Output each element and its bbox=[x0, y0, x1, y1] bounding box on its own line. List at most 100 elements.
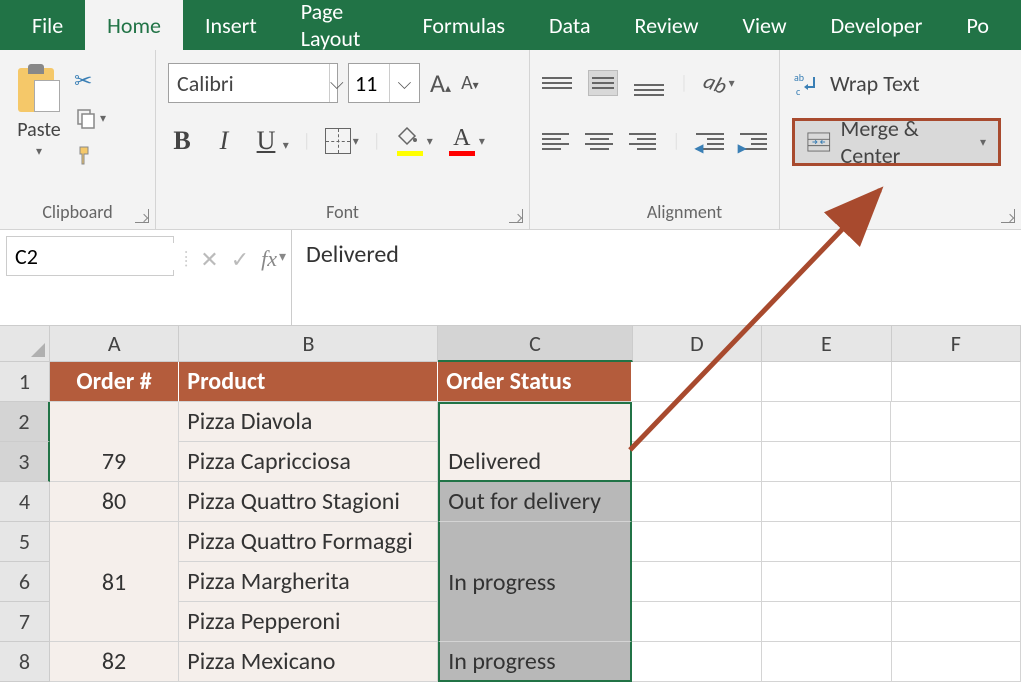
dialog-launcher-icon[interactable] bbox=[509, 209, 523, 223]
wrap-text-button[interactable]: Wrap Text bbox=[830, 70, 920, 97]
cell-a1[interactable]: Order # bbox=[50, 362, 180, 402]
tab-page-layout[interactable]: Page Layout bbox=[279, 0, 401, 50]
select-all-corner[interactable] bbox=[0, 326, 50, 362]
font-color-button[interactable]: A bbox=[447, 126, 477, 156]
increase-font-button[interactable]: A▴ bbox=[430, 67, 451, 99]
cell-c8[interactable]: In progress bbox=[438, 642, 632, 682]
cell-f3[interactable] bbox=[891, 442, 1021, 482]
cell-b7[interactable]: Pizza Pepperoni bbox=[179, 602, 438, 642]
cell-a7[interactable] bbox=[50, 602, 180, 642]
cell-d7[interactable] bbox=[632, 602, 762, 642]
dialog-launcher-icon[interactable] bbox=[135, 209, 149, 223]
merge-center-button[interactable]: Merge & Center ▾ bbox=[792, 118, 1001, 166]
formula-input[interactable]: Delivered bbox=[291, 230, 1021, 325]
cell-e3[interactable] bbox=[762, 442, 892, 482]
cell-c1[interactable]: Order Status bbox=[438, 362, 632, 402]
col-header-f[interactable]: F bbox=[892, 326, 1021, 362]
col-header-b[interactable]: B bbox=[179, 326, 438, 362]
cell-e6[interactable] bbox=[762, 562, 892, 602]
cell-c6[interactable]: In progress bbox=[438, 562, 632, 602]
cell-d2[interactable] bbox=[632, 402, 762, 442]
orientation-button[interactable]: ab bbox=[700, 66, 730, 99]
cell-d1[interactable] bbox=[632, 362, 762, 402]
tab-insert[interactable]: Insert bbox=[183, 0, 279, 50]
cell-a5[interactable] bbox=[50, 522, 180, 562]
borders-button[interactable] bbox=[325, 128, 351, 154]
row-header-2[interactable]: 2 bbox=[0, 402, 50, 442]
cell-f6[interactable] bbox=[892, 562, 1021, 602]
cell-e4[interactable] bbox=[762, 482, 892, 522]
align-right-button[interactable] bbox=[629, 133, 656, 150]
cell-d4[interactable] bbox=[632, 482, 762, 522]
cell-e5[interactable] bbox=[762, 522, 892, 562]
copy-button[interactable]: ▾ bbox=[74, 104, 106, 132]
cell-b3[interactable]: Pizza Capricciosa bbox=[179, 442, 438, 482]
cell-c4[interactable]: Out for delivery bbox=[438, 482, 632, 522]
bold-button[interactable]: B bbox=[168, 126, 196, 156]
align-center-button[interactable] bbox=[585, 133, 612, 150]
align-middle-button[interactable] bbox=[588, 70, 618, 96]
cell-d3[interactable] bbox=[632, 442, 762, 482]
cell-e2[interactable] bbox=[762, 402, 892, 442]
cell-c7[interactable] bbox=[438, 602, 632, 642]
cell-e8[interactable] bbox=[762, 642, 892, 682]
col-header-c[interactable]: C bbox=[438, 326, 632, 362]
cell-b6[interactable]: Pizza Margherita bbox=[179, 562, 438, 602]
row-header-8[interactable]: 8 bbox=[0, 642, 50, 682]
cell-f8[interactable] bbox=[892, 642, 1021, 682]
row-header-5[interactable]: 5 bbox=[0, 522, 50, 562]
tab-formulas[interactable]: Formulas bbox=[401, 0, 527, 50]
cell-d8[interactable] bbox=[632, 642, 762, 682]
row-header-6[interactable]: 6 bbox=[0, 562, 50, 602]
col-header-e[interactable]: E bbox=[762, 326, 891, 362]
font-size-input[interactable] bbox=[349, 70, 389, 97]
fx-button[interactable]: fx bbox=[261, 246, 277, 272]
tab-review[interactable]: Review bbox=[613, 0, 721, 50]
cell-f1[interactable] bbox=[892, 362, 1021, 402]
cell-a4[interactable]: 80 bbox=[50, 482, 180, 522]
chevron-down-icon[interactable]: ⌵ bbox=[389, 64, 419, 102]
decrease-indent-button[interactable]: ◀ bbox=[696, 133, 723, 150]
tab-home[interactable]: Home bbox=[85, 0, 183, 50]
decrease-font-button[interactable]: A▾ bbox=[461, 71, 479, 95]
tab-power[interactable]: Po bbox=[944, 0, 1011, 50]
row-header-1[interactable]: 1 bbox=[0, 362, 50, 402]
cell-a3[interactable]: 79 bbox=[50, 442, 180, 482]
cell-f2[interactable] bbox=[891, 402, 1021, 442]
cell-b8[interactable]: Pizza Mexicano bbox=[179, 642, 438, 682]
align-top-button[interactable] bbox=[542, 77, 572, 89]
tab-view[interactable]: View bbox=[720, 0, 808, 50]
cell-f5[interactable] bbox=[892, 522, 1021, 562]
font-name-input[interactable] bbox=[169, 70, 329, 97]
cell-e7[interactable] bbox=[762, 602, 892, 642]
fill-color-button[interactable] bbox=[395, 126, 425, 156]
col-header-a[interactable]: A bbox=[50, 326, 179, 362]
tab-developer[interactable]: Developer bbox=[809, 0, 945, 50]
dialog-launcher-icon[interactable] bbox=[1001, 209, 1015, 223]
align-bottom-button[interactable] bbox=[634, 70, 664, 96]
cell-e1[interactable] bbox=[762, 362, 892, 402]
cell-c2[interactable] bbox=[438, 402, 632, 442]
cell-a2[interactable] bbox=[50, 402, 180, 442]
cell-d6[interactable] bbox=[632, 562, 762, 602]
cell-d5[interactable] bbox=[632, 522, 762, 562]
name-box[interactable]: ▾ bbox=[6, 236, 174, 276]
increase-indent-button[interactable]: ▶ bbox=[740, 133, 767, 150]
cancel-button[interactable]: ✕ bbox=[200, 246, 218, 273]
chevron-down-icon[interactable]: ⌵ bbox=[329, 64, 344, 102]
cell-b1[interactable]: Product bbox=[179, 362, 438, 402]
cell-c3[interactable]: Delivered bbox=[438, 442, 632, 482]
font-size-combo[interactable]: ⌵ bbox=[348, 63, 420, 103]
tab-file[interactable]: File bbox=[10, 0, 85, 50]
cell-c5[interactable] bbox=[438, 522, 632, 562]
format-painter-button[interactable] bbox=[74, 142, 106, 170]
enter-button[interactable]: ✓ bbox=[231, 246, 249, 273]
cell-f7[interactable] bbox=[892, 602, 1021, 642]
cell-b5[interactable]: Pizza Quattro Formaggi bbox=[179, 522, 438, 562]
tab-data[interactable]: Data bbox=[527, 0, 613, 50]
paste-button[interactable]: Paste ▾ bbox=[12, 60, 66, 170]
underline-button[interactable]: U bbox=[252, 126, 280, 156]
cut-button[interactable]: ✂ bbox=[74, 66, 106, 94]
cell-a8[interactable]: 82 bbox=[50, 642, 180, 682]
row-header-7[interactable]: 7 bbox=[0, 602, 50, 642]
